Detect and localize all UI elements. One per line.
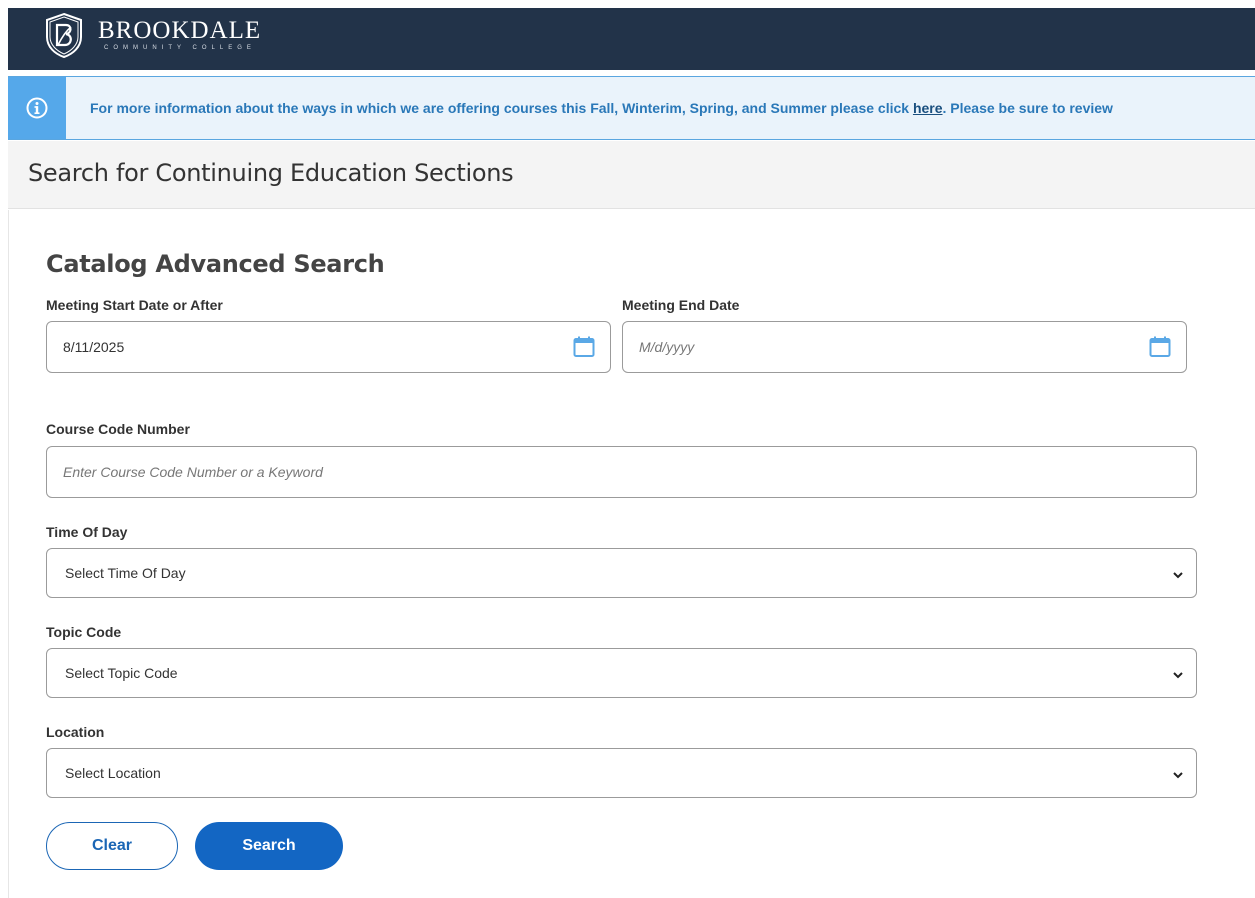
college-logo[interactable]: BROOKDALE COMMUNITY COLLEGE <box>40 11 261 59</box>
location-select[interactable]: Select Location <box>46 748 1197 798</box>
start-date-label: Meeting Start Date or After <box>46 297 223 313</box>
end-date-input[interactable]: M/d/yyyy <box>622 321 1187 373</box>
college-name: BROOKDALE <box>98 17 262 44</box>
course-code-input[interactable]: Enter Course Code Number or a Keyword <box>46 446 1197 498</box>
chevron-down-icon <box>1173 672 1183 679</box>
banner-text-before: For more information about the ways in w… <box>90 100 913 116</box>
course-code-placeholder: Enter Course Code Number or a Keyword <box>63 464 323 480</box>
calendar-icon[interactable] <box>572 335 596 359</box>
header-bar: BROOKDALE COMMUNITY COLLEGE <box>8 8 1255 70</box>
end-date-label: Meeting End Date <box>622 297 740 313</box>
form-title: Catalog Advanced Search <box>46 250 385 278</box>
topic-code-selected: Select Topic Code <box>65 665 178 681</box>
start-date-input[interactable]: 8/11/2025 <box>46 321 611 373</box>
page-header: Search for Continuing Education Sections <box>8 141 1255 209</box>
search-button[interactable]: Search <box>195 822 343 870</box>
topic-code-select[interactable]: Select Topic Code <box>46 648 1197 698</box>
time-of-day-select[interactable]: Select Time Of Day <box>46 548 1197 598</box>
banner-message: For more information about the ways in w… <box>90 100 1113 116</box>
time-of-day-label: Time Of Day <box>46 524 128 540</box>
college-subtitle: COMMUNITY COLLEGE <box>104 45 256 51</box>
course-code-label: Course Code Number <box>46 421 190 437</box>
chevron-down-icon <box>1173 772 1183 779</box>
end-date-placeholder: M/d/yyyy <box>639 339 695 355</box>
start-date-value: 8/11/2025 <box>63 339 125 355</box>
calendar-icon[interactable] <box>1148 335 1172 359</box>
location-selected: Select Location <box>65 765 161 781</box>
banner-here-link[interactable]: here <box>913 100 943 116</box>
clear-button[interactable]: Clear <box>46 822 178 870</box>
chevron-down-icon <box>1173 572 1183 579</box>
banner-text-after: . Please be sure to review <box>942 100 1113 116</box>
banner-icon-cell <box>8 77 66 139</box>
page-title: Search for Continuing Education Sections <box>28 159 514 187</box>
location-label: Location <box>46 724 105 740</box>
topic-code-label: Topic Code <box>46 624 122 640</box>
top-bar: BROOKDALE COMMUNITY COLLEGE <box>0 0 1255 70</box>
college-shield-icon <box>46 12 82 59</box>
info-banner: For more information about the ways in w… <box>8 76 1255 140</box>
time-of-day-selected: Select Time Of Day <box>65 565 186 581</box>
info-icon <box>26 97 48 119</box>
